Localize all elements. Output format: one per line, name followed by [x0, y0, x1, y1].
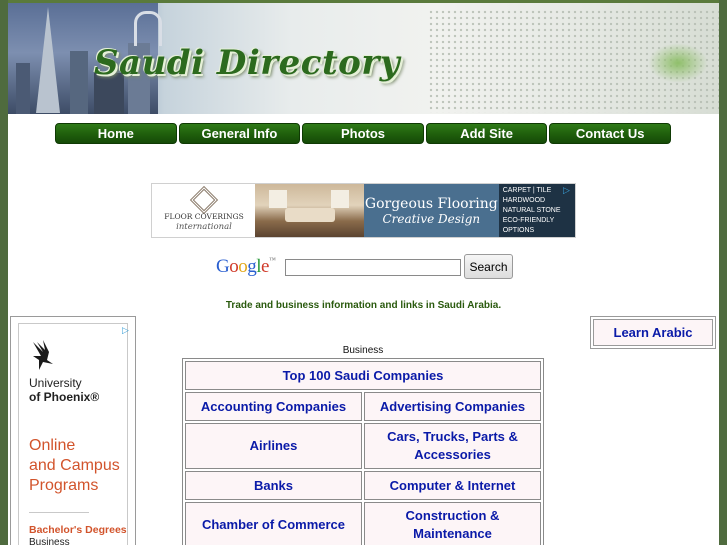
- left-ad[interactable]: University of Phoenix® Online and Campus…: [10, 316, 136, 545]
- construction-maintenance-link[interactable]: Construction & Maintenance: [364, 502, 541, 545]
- header-banner: Saudi Directory: [8, 0, 719, 114]
- uop-ad[interactable]: University of Phoenix® Online and Campus…: [18, 323, 128, 545]
- ad-room-photo: [255, 184, 364, 237]
- nav-add-site-button[interactable]: Add Site: [425, 123, 548, 144]
- airlines-link[interactable]: Airlines: [185, 423, 362, 469]
- advertising-companies-link[interactable]: Advertising Companies: [364, 392, 541, 421]
- adchoices-icon[interactable]: ▷: [563, 185, 573, 195]
- ad-brand-line2: international: [176, 222, 232, 232]
- business-directory-table: Top 100 Saudi Companies Accounting Compa…: [182, 358, 544, 545]
- flooring-ad-banner[interactable]: FLOOR COVERINGS international Gorgeous F…: [151, 183, 576, 238]
- ad-logo: FLOOR COVERINGS international: [152, 184, 256, 237]
- cars-trucks-link[interactable]: Cars, Trucks, Parts & Accessories: [364, 423, 541, 469]
- uop-degree-link[interactable]: Bachelor's Degrees: [29, 524, 129, 536]
- banks-link[interactable]: Banks: [185, 471, 362, 500]
- ad-features-block: ▷ CARPET | TILE HARDWOOD NATURAL STONE E…: [498, 184, 575, 237]
- ad-feature: OPTIONS: [502, 226, 535, 234]
- search-button[interactable]: Search: [464, 254, 513, 279]
- search-input[interactable]: [285, 259, 461, 276]
- site-title[interactable]: Saudi Directory: [94, 43, 400, 83]
- ad-headline: Gorgeous Flooring: [364, 195, 498, 212]
- page: Saudi Directory Home General Info Photos…: [8, 0, 719, 545]
- accounting-companies-link[interactable]: Accounting Companies: [185, 392, 362, 421]
- uop-promo: Online and Campus Programs: [29, 437, 120, 494]
- ad-headline-block: Gorgeous Flooring Creative Design: [363, 184, 499, 237]
- ad-feature: HARDWOOD: [502, 196, 546, 204]
- main-nav: Home General Info Photos Add Site Contac…: [55, 123, 671, 144]
- nav-photos-button[interactable]: Photos: [302, 123, 424, 144]
- kingdom-tower-image: [36, 7, 60, 113]
- uop-name: University of Phoenix®: [29, 376, 100, 404]
- right-box: Learn Arabic: [590, 316, 716, 349]
- phoenix-bird-icon: [33, 340, 53, 370]
- ad-feature: ECO-FRIENDLY: [502, 216, 555, 224]
- nav-home-button[interactable]: Home: [55, 123, 177, 144]
- learn-arabic-link[interactable]: Learn Arabic: [593, 319, 713, 346]
- uop-degree-sub: Business: [29, 537, 70, 545]
- nav-general-info-button[interactable]: General Info: [178, 123, 301, 144]
- ad-brand-line1: FLOOR COVERINGS: [164, 212, 244, 221]
- top-100-companies-link[interactable]: Top 100 Saudi Companies: [185, 361, 541, 390]
- google-logo: Google™: [216, 256, 276, 277]
- section-label: Business: [342, 345, 384, 356]
- chamber-of-commerce-link[interactable]: Chamber of Commerce: [185, 502, 362, 545]
- site-tagline: Trade and business information and links…: [225, 300, 502, 311]
- diamond-logo-icon: [189, 185, 219, 215]
- ad-subhead: Creative Design: [382, 211, 481, 226]
- nav-contact-us-button[interactable]: Contact Us: [549, 123, 671, 144]
- divider: [29, 512, 89, 513]
- computer-internet-link[interactable]: Computer & Internet: [364, 471, 541, 500]
- adchoices-icon[interactable]: ▷: [122, 325, 132, 335]
- ad-feature: NATURAL STONE: [502, 206, 561, 214]
